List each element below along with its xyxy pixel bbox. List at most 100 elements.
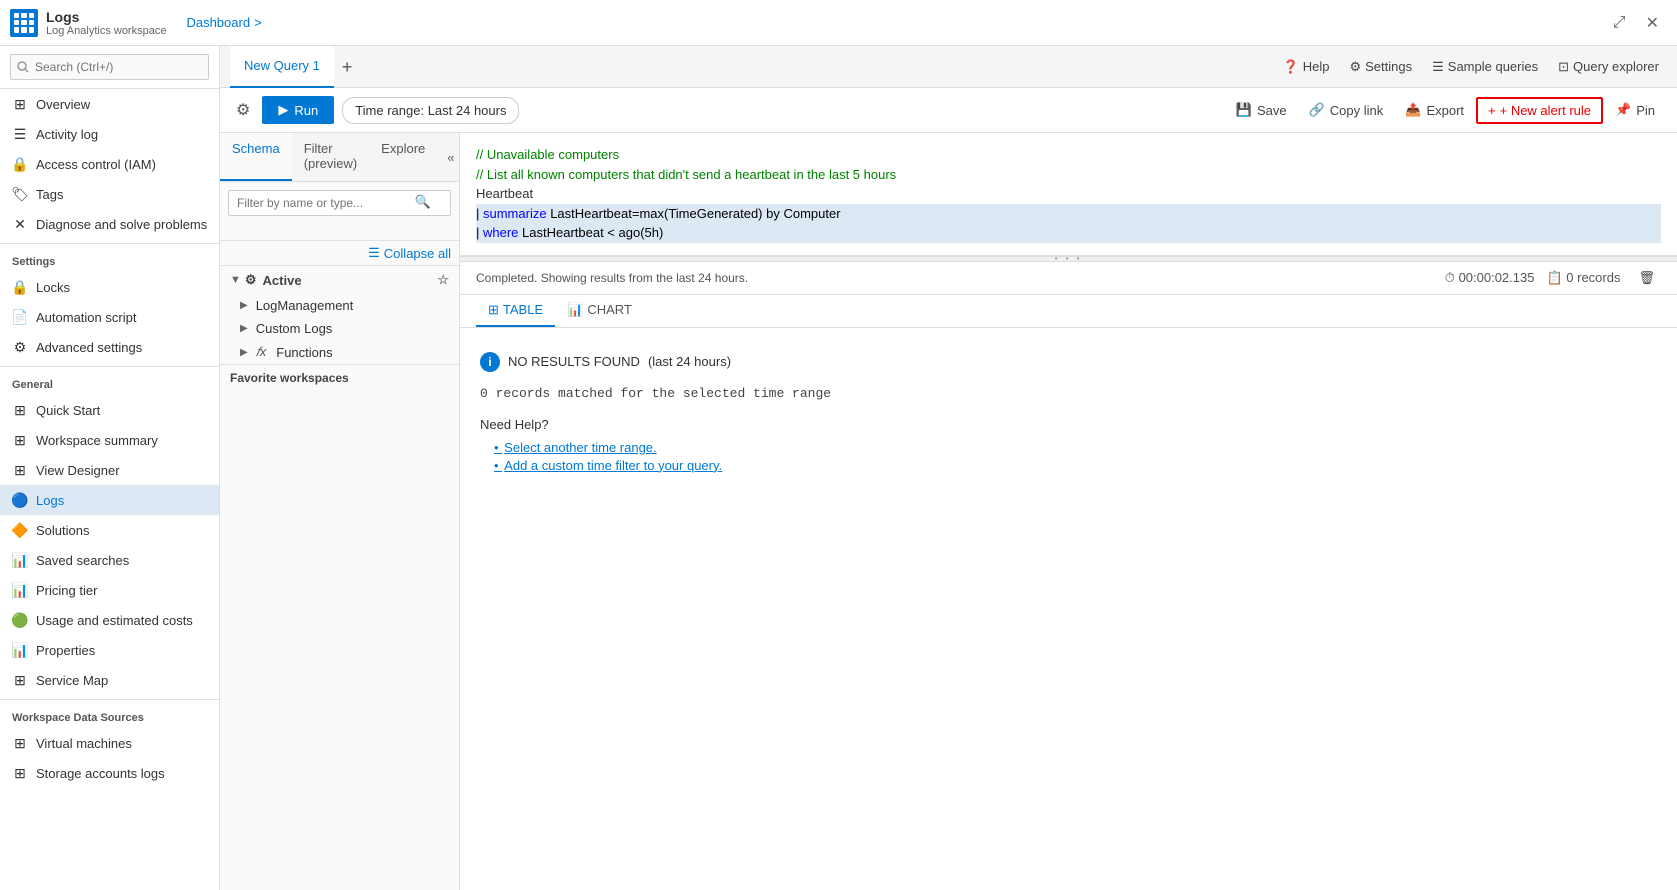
delete-results-button[interactable]: 🗑	[1632, 268, 1661, 288]
query-toolbar: ⚙ ▶ Run Time range: Last 24 hours 💾 Save…	[220, 88, 1677, 133]
content-area: New Query 1 + ❓ Help ⚙ Settings ☰ Sample…	[220, 46, 1677, 890]
export-icon: 📤	[1405, 102, 1421, 118]
schema-search-icon: 🔍	[415, 194, 431, 210]
copy-link-button[interactable]: 🔗 Copy link	[1299, 97, 1394, 123]
sidebar-item-label: Saved searches	[36, 553, 129, 568]
saved-searches-icon: 📊	[12, 552, 28, 568]
help-link-select-time-range[interactable]: Select another time range.	[494, 440, 1657, 455]
code-line-1: // Unavailable computers	[476, 145, 1661, 165]
functions-prefix-icon: 𝑓x	[256, 344, 267, 360]
pin-icon: 📌	[1615, 102, 1631, 118]
tab-new-query-1[interactable]: New Query 1	[230, 46, 334, 88]
sidebar-item-storage-accounts[interactable]: ⊞ Storage accounts logs	[0, 758, 219, 788]
view-designer-icon: ⊞	[12, 462, 28, 478]
tab-filter[interactable]: Filter (preview)	[292, 133, 369, 181]
results-tab-chart[interactable]: 📊 CHART	[555, 295, 644, 327]
time-range-label: Time range: Last 24 hours	[355, 103, 506, 118]
usage-costs-icon: 🟢	[12, 612, 28, 628]
sidebar-item-advanced-settings[interactable]: ⚙ Advanced settings	[0, 332, 219, 362]
tree-item-custom-logs[interactable]: ▶ Custom Logs	[220, 317, 459, 340]
sidebar-item-workspace-summary[interactable]: ⊞ Workspace summary	[0, 425, 219, 455]
tree-item-functions[interactable]: ▶ 𝑓x Functions	[220, 340, 459, 364]
sidebar-item-label: Storage accounts logs	[36, 766, 165, 781]
minimize-button[interactable]: ⤢	[1605, 10, 1634, 36]
sidebar-item-solutions[interactable]: 🔶 Solutions	[0, 515, 219, 545]
time-icon: ⏱	[1445, 270, 1455, 285]
sidebar-item-access-control[interactable]: 🔒 Access control (IAM)	[0, 149, 219, 179]
sidebar-item-saved-searches[interactable]: 📊 Saved searches	[0, 545, 219, 575]
expand-icon: ▶	[240, 347, 248, 358]
results-tab-table[interactable]: ⊞ TABLE	[476, 295, 555, 327]
tab-schema[interactable]: Schema	[220, 133, 292, 181]
query-explorer-button[interactable]: ⊡ Query explorer	[1550, 55, 1667, 79]
time-range-button[interactable]: Time range: Last 24 hours	[342, 97, 519, 124]
breadcrumb-sep: >	[254, 15, 262, 30]
new-alert-rule-button[interactable]: + + New alert rule	[1476, 97, 1603, 124]
sample-queries-label: Sample queries	[1448, 59, 1538, 74]
close-button[interactable]: ✕	[1638, 9, 1667, 37]
add-tab-button[interactable]: +	[334, 58, 361, 76]
sidebar-item-pricing-tier[interactable]: 📊 Pricing tier	[0, 575, 219, 605]
collapse-all-button[interactable]: ☰ Collapse all	[220, 241, 459, 266]
settings-button[interactable]: ⚙ Settings	[1341, 55, 1420, 79]
locks-icon: 🔒	[12, 279, 28, 295]
tree-item-log-management[interactable]: ▶ LogManagement	[220, 294, 459, 317]
help-icon: ❓	[1283, 59, 1299, 75]
sidebar-item-view-designer[interactable]: ⊞ View Designer	[0, 455, 219, 485]
logo-text: Logs Log Analytics workspace	[46, 9, 166, 37]
activity-log-icon: ☰	[12, 126, 28, 142]
sidebar-item-diagnose[interactable]: ✕ Diagnose and solve problems	[0, 209, 219, 239]
help-label: Help	[1303, 59, 1330, 74]
table-tab-label: TABLE	[503, 302, 543, 317]
sidebar-item-label: Diagnose and solve problems	[36, 217, 207, 232]
export-label: Export	[1426, 103, 1464, 118]
pin-button[interactable]: 📌 Pin	[1605, 97, 1665, 123]
chart-tab-label: CHART	[587, 302, 632, 317]
sidebar-item-logs[interactable]: 🔵 Logs	[0, 485, 219, 515]
diagnose-icon: ✕	[12, 216, 28, 232]
sidebar-item-tags[interactable]: 🏷 Tags	[0, 179, 219, 209]
sidebar-item-quick-start[interactable]: ⊞ Quick Start	[0, 395, 219, 425]
keyword-where: where	[483, 225, 518, 240]
panel-collapse-icon: «	[447, 150, 454, 165]
sidebar-item-locks[interactable]: 🔒 Locks	[0, 272, 219, 302]
sidebar-item-label: Locks	[36, 280, 70, 295]
sidebar-item-label: View Designer	[36, 463, 120, 478]
run-icon: ▶	[278, 102, 288, 118]
sidebar-item-virtual-machines[interactable]: ⊞ Virtual machines	[0, 728, 219, 758]
left-panel: Schema Filter (preview) Explore « 🔍	[220, 133, 460, 890]
save-button[interactable]: 💾 Save	[1226, 97, 1297, 123]
sidebar-item-service-map[interactable]: ⊞ Service Map	[0, 665, 219, 695]
results-area: Completed. Showing results from the last…	[460, 262, 1677, 890]
active-section-label: ⚙	[245, 272, 257, 288]
results-header: Completed. Showing results from the last…	[460, 262, 1677, 295]
automation-icon: 📄	[12, 309, 28, 325]
sidebar-item-automation[interactable]: 📄 Automation script	[0, 302, 219, 332]
advanced-settings-icon: ⚙	[12, 339, 28, 355]
sidebar-item-properties[interactable]: 📊 Properties	[0, 635, 219, 665]
favorite-icon[interactable]: ☆	[437, 272, 449, 288]
search-input[interactable]	[10, 54, 209, 80]
sidebar-item-overview[interactable]: ⊞ Overview	[0, 89, 219, 119]
active-section-text: Active	[263, 273, 302, 288]
service-map-icon: ⊞	[12, 672, 28, 688]
export-button[interactable]: 📤 Export	[1395, 97, 1474, 123]
need-help-label: Need Help?	[480, 417, 1657, 432]
tab-explore[interactable]: Explore	[369, 133, 437, 181]
run-button[interactable]: ▶ Run	[262, 96, 334, 124]
app-title: Logs	[46, 9, 166, 25]
settings-section-label: Settings	[0, 248, 219, 272]
filter-icon-button[interactable]: ⚙	[232, 96, 254, 124]
code-editor[interactable]: // Unavailable computers // List all kno…	[460, 133, 1677, 256]
sample-queries-button[interactable]: ☰ Sample queries	[1424, 55, 1546, 79]
breadcrumb-link[interactable]: Dashboard >	[186, 15, 261, 30]
tabs-bar-actions: ❓ Help ⚙ Settings ☰ Sample queries ⊡ Que…	[1275, 55, 1667, 79]
code-line-4: | summarize LastHeartbeat=max(TimeGenera…	[476, 204, 1661, 224]
help-button[interactable]: ❓ Help	[1275, 55, 1338, 79]
right-panel: // Unavailable computers // List all kno…	[460, 133, 1677, 890]
top-bar: Logs Log Analytics workspace Dashboard >…	[0, 0, 1677, 46]
sidebar-item-activity-log[interactable]: ☰ Activity log	[0, 119, 219, 149]
top-bar-actions: ⤢ ✕	[1605, 9, 1667, 37]
sidebar-item-usage-costs[interactable]: 🟢 Usage and estimated costs	[0, 605, 219, 635]
help-link-add-time-filter[interactable]: Add a custom time filter to your query.	[494, 458, 1657, 473]
